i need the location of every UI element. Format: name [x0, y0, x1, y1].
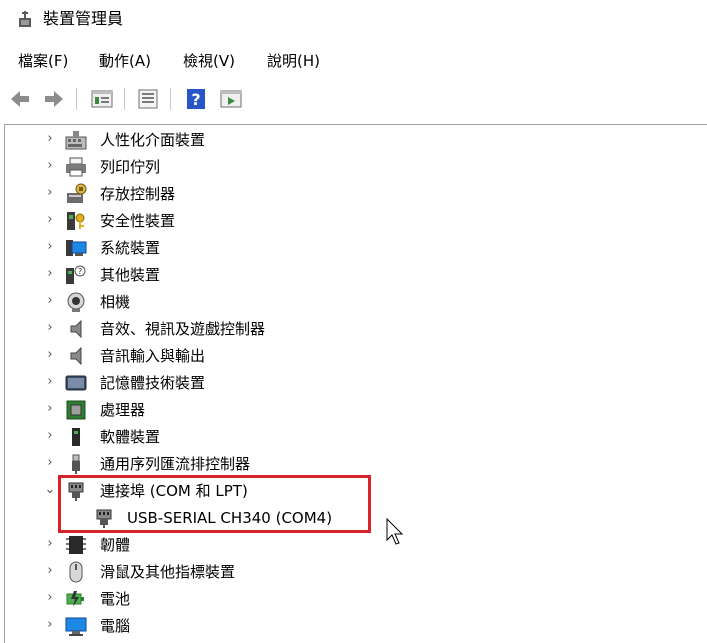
menu-view[interactable]: 檢視(V)	[183, 51, 235, 71]
update-driver-icon[interactable]	[136, 87, 160, 111]
tree-node[interactable]: › 相機	[5, 289, 705, 315]
chevron-right-icon[interactable]: ›	[43, 319, 57, 337]
chevron-right-icon[interactable]: ›	[43, 130, 57, 148]
tree-node-label: 列印佇列	[100, 158, 161, 176]
chevron-right-icon[interactable]: ›	[43, 535, 57, 553]
tree-node[interactable]: › 韌體	[5, 532, 705, 558]
chevron-right-icon[interactable]: ›	[43, 265, 57, 283]
tree-node-label: 記憶體技術裝置	[100, 374, 206, 392]
memory-icon	[65, 375, 87, 391]
device-tree[interactable]: › 人性化介面裝置 › 列印佇列 › 存放控制器 › 安全性裝置 › 系統裝置 …	[4, 124, 707, 643]
svg-text:?: ?	[191, 90, 200, 109]
chevron-right-icon[interactable]: ›	[43, 157, 57, 175]
tree-node-label: 韌體	[100, 536, 131, 554]
printer-icon	[66, 157, 86, 177]
toolbar: ?	[0, 84, 707, 114]
mouse-icon	[69, 561, 83, 583]
tree-node[interactable]: › 安全性裝置	[5, 208, 705, 234]
tree-node-label: 電腦	[100, 617, 131, 635]
tree-node-label: 存放控制器	[100, 185, 176, 203]
device-manager-icon	[19, 11, 31, 27]
tree-node-label: 音訊輸入與輸出	[100, 347, 206, 365]
security-device-icon	[67, 212, 85, 230]
menu-file[interactable]: 檔案(F)	[18, 51, 68, 71]
chevron-right-icon[interactable]: ›	[43, 373, 57, 391]
tree-node-label: 電池	[100, 590, 131, 608]
toolbar-separator	[76, 88, 77, 110]
tree-node[interactable]: › 電腦	[5, 613, 705, 639]
chevron-right-icon[interactable]: ›	[43, 346, 57, 364]
menu-action[interactable]: 動作(A)	[99, 51, 151, 71]
usb-icon	[72, 454, 80, 474]
chevron-right-icon[interactable]: ›	[43, 238, 57, 256]
speaker-icon	[70, 319, 82, 339]
title-bar: 裝置管理員	[0, 0, 707, 40]
hid-icon	[65, 131, 87, 150]
tree-node[interactable]: › 處理器	[5, 397, 705, 423]
tree-node-label: 其他裝置	[100, 266, 161, 284]
chevron-right-icon[interactable]: ›	[43, 211, 57, 229]
mouse-pointer-icon	[386, 518, 404, 545]
svg-text:?: ?	[78, 267, 82, 276]
help-icon[interactable]: ?	[184, 87, 208, 111]
system-device-icon	[66, 240, 87, 256]
chevron-right-icon[interactable]: ›	[43, 400, 57, 418]
tree-node-label: 通用序列匯流排控制器	[100, 455, 251, 473]
forward-arrow-icon[interactable]	[42, 87, 66, 111]
toolbar-separator	[170, 88, 171, 110]
chevron-right-icon[interactable]: ›	[43, 616, 57, 634]
toolbar-separator	[124, 88, 125, 110]
tree-node-label: 相機	[100, 293, 131, 311]
chevron-right-icon[interactable]: ›	[43, 454, 57, 472]
tree-node[interactable]: › 軟體裝置	[5, 424, 705, 450]
tree-node[interactable]: › 列印佇列	[5, 154, 705, 180]
tree-node[interactable]: › 系統裝置	[5, 235, 705, 261]
chevron-right-icon[interactable]: ›	[43, 184, 57, 202]
window-title: 裝置管理員	[43, 9, 124, 28]
chevron-down-icon[interactable]: ⌄	[43, 481, 57, 499]
tree-node-label: 安全性裝置	[100, 212, 176, 230]
tree-node[interactable]: › ? 其他裝置	[5, 262, 705, 288]
tree-node[interactable]: › 音效、視訊及遊戲控制器	[5, 316, 705, 342]
tree-node[interactable]: › 存放控制器	[5, 181, 705, 207]
back-arrow-icon[interactable]	[8, 87, 32, 111]
tree-node[interactable]: › 人性化介面裝置	[5, 127, 705, 153]
computer-icon	[65, 617, 87, 636]
highlight-annotation	[58, 475, 371, 533]
tree-node[interactable]: › 電池	[5, 586, 705, 612]
tree-node-label: 人性化介面裝置	[100, 131, 206, 149]
tree-node[interactable]: › 滑鼠及其他指標裝置	[5, 559, 705, 585]
menu-help[interactable]: 說明(H)	[267, 51, 320, 71]
tree-node[interactable]: › 音訊輸入與輸出	[5, 343, 705, 369]
chevron-right-icon[interactable]: ›	[43, 427, 57, 445]
tree-node-label: 系統裝置	[100, 239, 161, 257]
tree-node-label: 音效、視訊及遊戲控制器	[100, 320, 266, 338]
storage-controller-icon	[67, 183, 87, 203]
processor-icon	[66, 400, 86, 420]
speaker-icon	[70, 346, 82, 366]
menu-bar: 檔案(F) 動作(A) 檢視(V) 說明(H)	[0, 48, 707, 76]
battery-icon	[66, 591, 84, 607]
properties-icon[interactable]	[90, 87, 114, 111]
camera-icon	[67, 292, 85, 312]
tree-node-label: 滑鼠及其他指標裝置	[100, 563, 236, 581]
firmware-icon	[66, 536, 86, 554]
chevron-right-icon[interactable]: ›	[43, 292, 57, 310]
tree-node[interactable]: › 記憶體技術裝置	[5, 370, 705, 396]
run-icon[interactable]	[219, 87, 243, 111]
tree-node-label: 處理器	[100, 401, 146, 419]
tree-node-label: 軟體裝置	[100, 428, 161, 446]
chevron-right-icon[interactable]: ›	[43, 562, 57, 580]
other-device-icon: ?	[66, 265, 86, 284]
chevron-right-icon[interactable]: ›	[43, 589, 57, 607]
tree-node[interactable]: › 通用序列匯流排控制器	[5, 451, 705, 477]
software-device-icon	[72, 428, 80, 446]
